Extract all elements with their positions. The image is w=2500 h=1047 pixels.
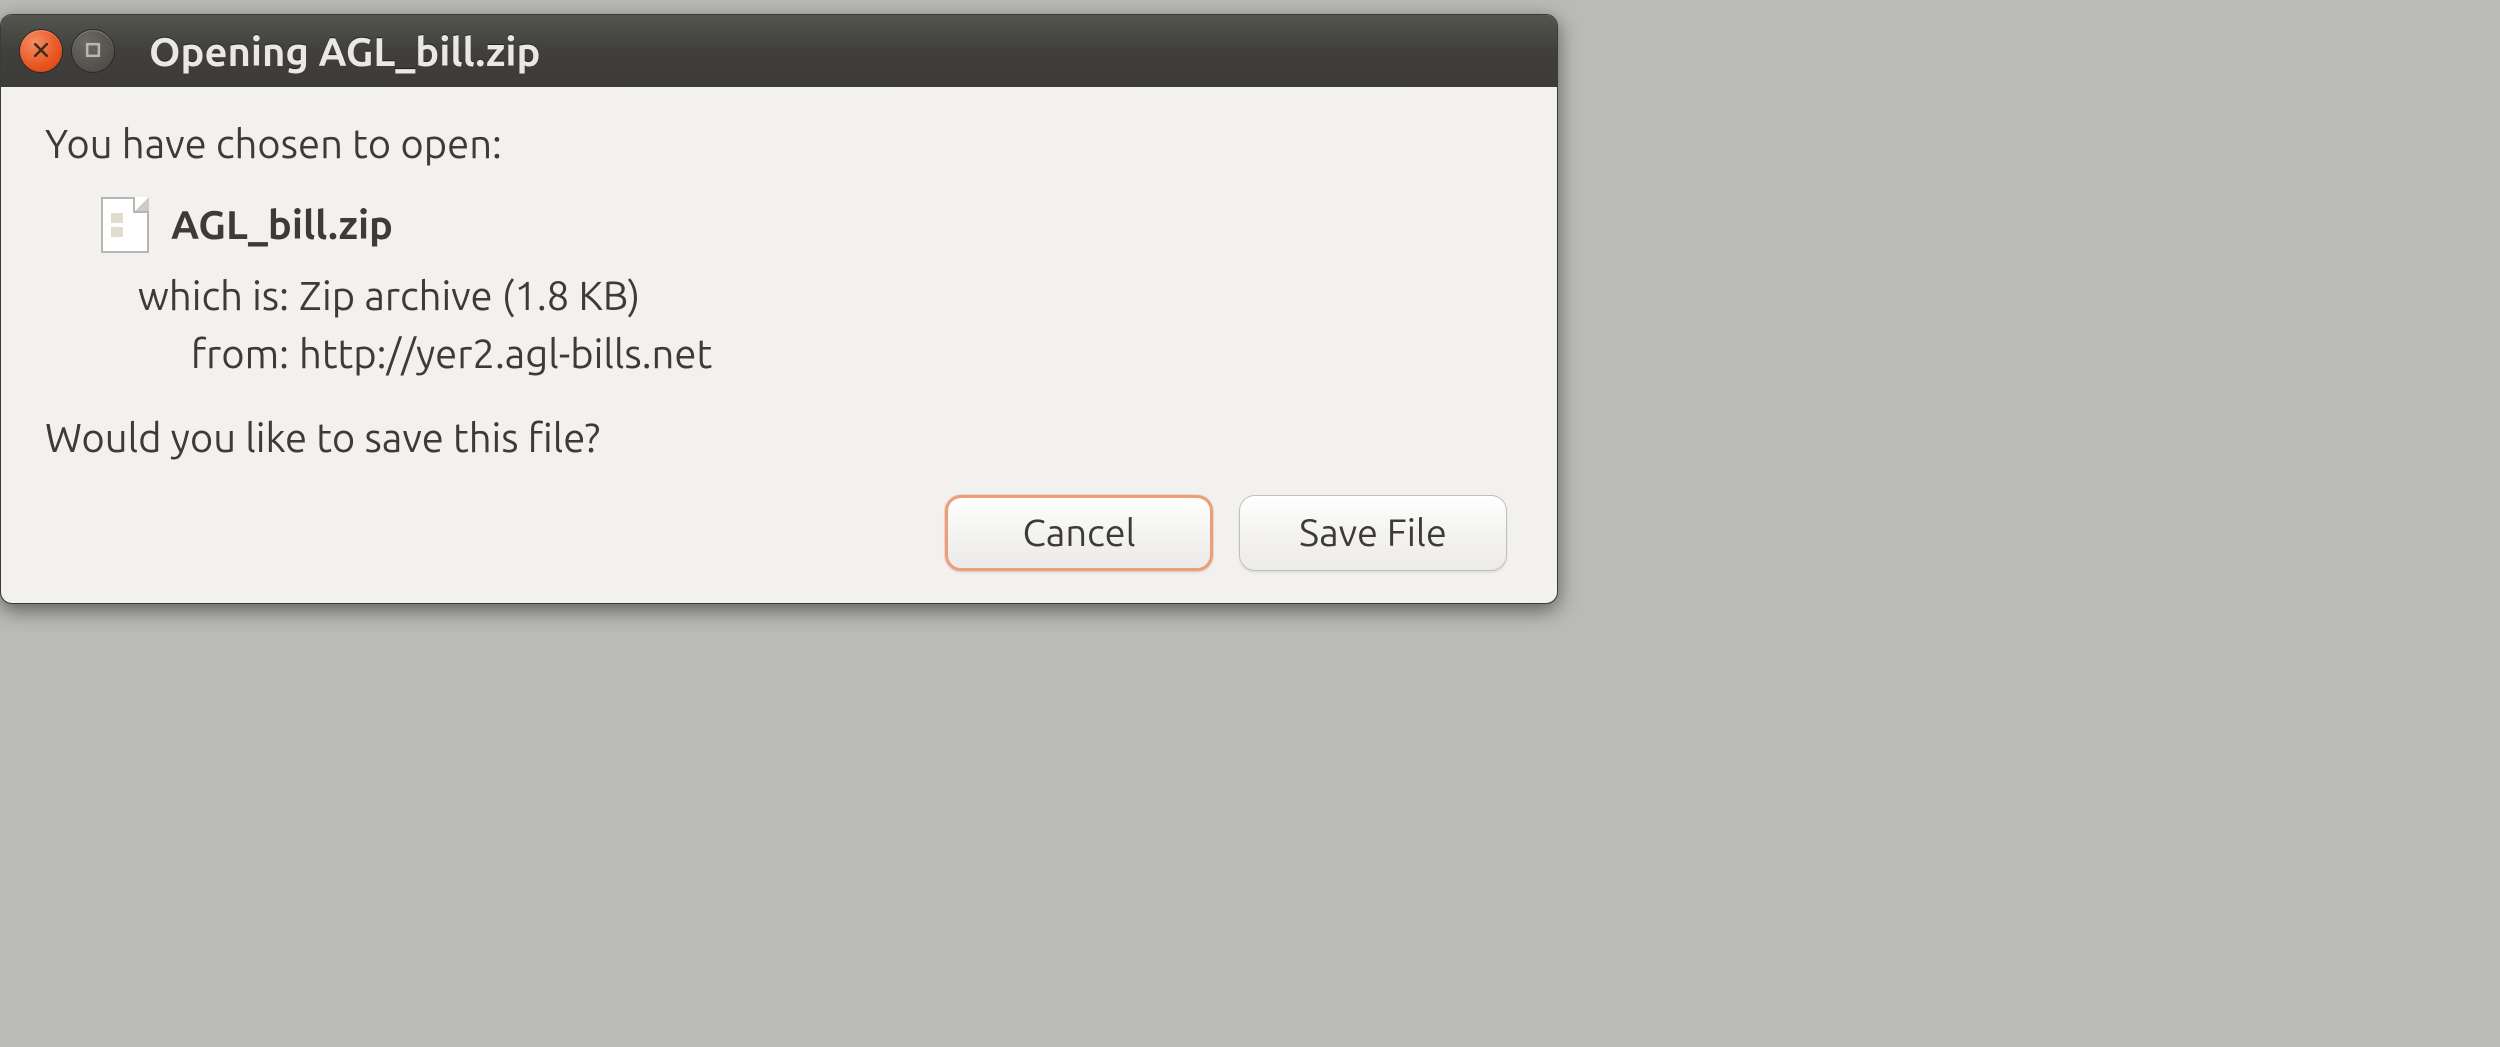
detail-row-from: from: http://yer2.agl-bills.net xyxy=(121,325,1513,383)
maximize-icon xyxy=(83,38,103,65)
cancel-button[interactable]: Cancel xyxy=(945,495,1213,571)
file-name: AGL_bill.zip xyxy=(171,198,393,252)
window-title: Opening AGL_bill.zip xyxy=(149,29,540,74)
file-icon xyxy=(101,197,149,253)
file-row: AGL_bill.zip xyxy=(101,197,1513,253)
file-details: which is: Zip archive (1.8 KB) from: htt… xyxy=(45,267,1513,383)
save-file-button[interactable]: Save File xyxy=(1239,495,1507,571)
from-label: from: xyxy=(121,325,289,383)
download-dialog-window: Opening AGL_bill.zip You have chosen to … xyxy=(0,14,1558,604)
from-value: http://yer2.agl-bills.net xyxy=(299,325,712,383)
close-window-button[interactable] xyxy=(19,29,63,73)
save-prompt-text: Would you like to save this file? xyxy=(45,411,1513,465)
window-control-buttons xyxy=(19,29,115,73)
button-row: Cancel Save File xyxy=(45,495,1513,571)
close-icon xyxy=(31,38,51,65)
file-info-block: AGL_bill.zip xyxy=(45,197,1513,253)
which-is-label: which is: xyxy=(121,267,289,325)
titlebar[interactable]: Opening AGL_bill.zip xyxy=(1,15,1557,87)
maximize-window-button[interactable] xyxy=(71,29,115,73)
intro-text: You have chosen to open: xyxy=(45,117,1513,171)
file-type-value: Zip archive (1.8 KB) xyxy=(299,267,640,325)
dialog-body: You have chosen to open: AGL_bill.zip wh… xyxy=(1,87,1557,603)
detail-row-type: which is: Zip archive (1.8 KB) xyxy=(121,267,1513,325)
